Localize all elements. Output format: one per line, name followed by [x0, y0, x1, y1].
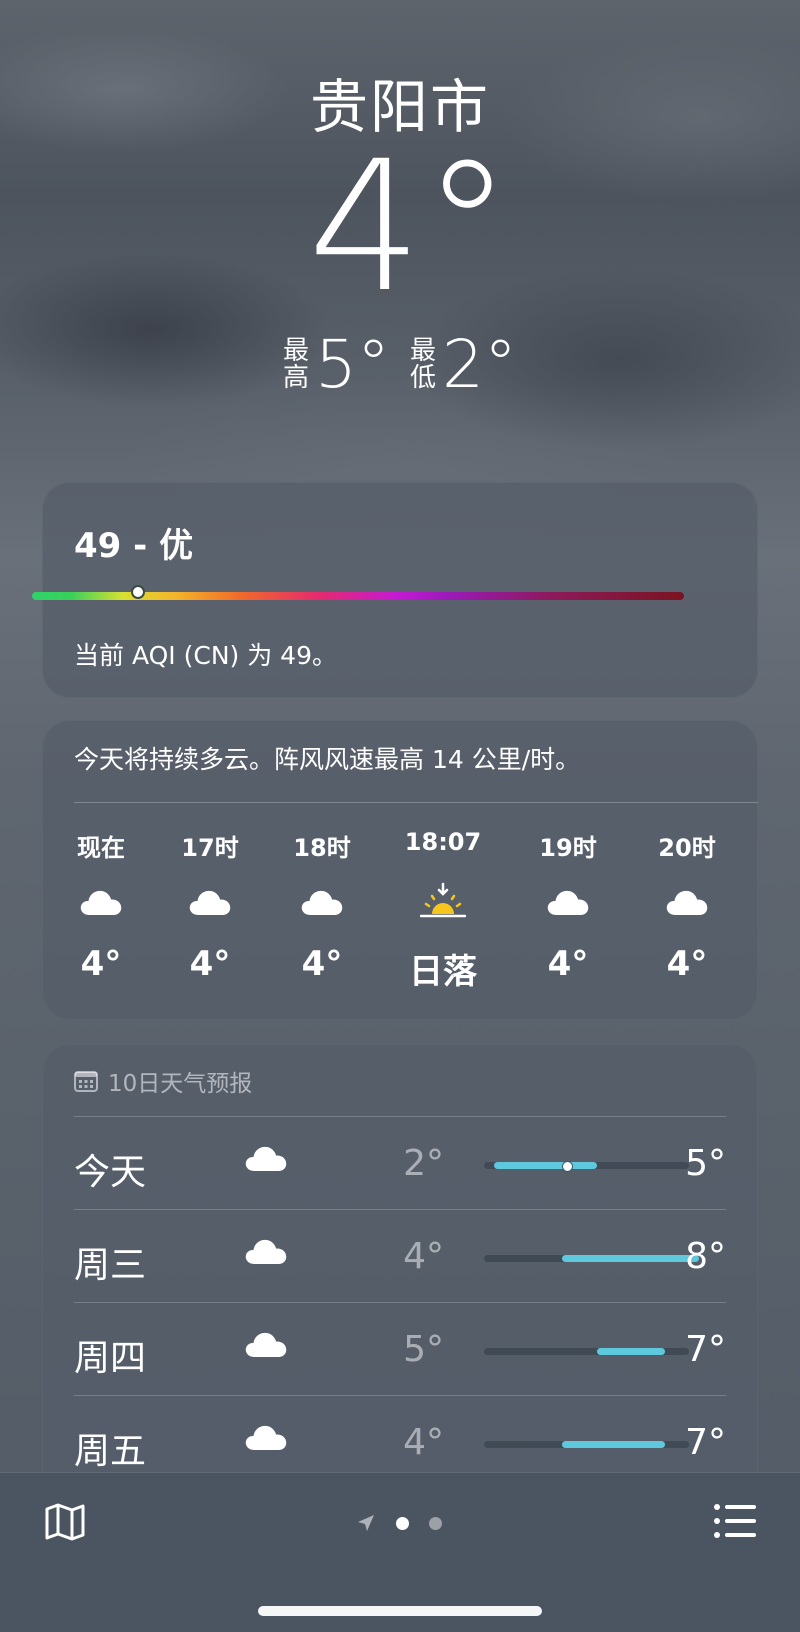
temp-range-track [484, 1441, 689, 1448]
location-arrow-icon [358, 1515, 374, 1531]
cloud-icon [547, 890, 589, 915]
temp-range-fill [596, 1348, 665, 1355]
day-low: 5° [403, 1329, 444, 1370]
hourly-summary: 今天将持续多云。阵风风速最高 14 公里/时。 [74, 745, 581, 774]
day-low: 4° [403, 1236, 444, 1277]
aqi-marker [130, 585, 145, 599]
cloud-icon [245, 1239, 287, 1265]
aqi-title: 49 - 优 [74, 526, 194, 566]
current-temperature: 4° [307, 123, 513, 332]
temp-range-fill [494, 1162, 597, 1169]
cloud-icon [666, 890, 708, 915]
hour-temp: 4° [189, 944, 231, 984]
page-indicator[interactable] [356, 1513, 442, 1533]
divider [74, 802, 758, 803]
daily-row[interactable]: 周三 4° 8° [74, 1209, 726, 1303]
hour-time: 20时 [658, 834, 716, 862]
low-temperature: 最 低 2° [410, 330, 517, 400]
low-label-2: 低 [410, 363, 437, 393]
hour-temp: 4° [547, 944, 589, 984]
day-high: 8° [685, 1236, 726, 1277]
aqi-gradient-bar [32, 592, 684, 600]
hour-time: 19时 [539, 834, 597, 862]
daily-row[interactable]: 周四 5° 7° [74, 1302, 726, 1396]
temp-range-fill [562, 1255, 699, 1262]
temp-range-fill [562, 1441, 665, 1448]
cloud-icon [301, 890, 343, 915]
cloud-icon [245, 1332, 287, 1358]
high-label-2: 高 [282, 363, 309, 393]
cloud-icon [189, 890, 231, 915]
day-high: 5° [685, 1143, 726, 1184]
temp-range-track [484, 1348, 689, 1355]
page-dot-current[interactable] [396, 1516, 409, 1530]
sunset-icon [420, 882, 466, 918]
cloud-icon [80, 890, 122, 915]
list-icon[interactable] [714, 1503, 756, 1539]
hourly-item: 18时 4° [277, 828, 367, 984]
calendar-icon [74, 1071, 98, 1092]
high-temperature: 最 高 5° [283, 330, 390, 400]
low-label-1: 最 [410, 336, 437, 366]
aqi-description: 当前 AQI (CN) 为 49。 [74, 641, 337, 670]
day-low: 2° [403, 1143, 444, 1184]
hour-time: 18时 [293, 834, 351, 862]
low-value: 2° [442, 326, 518, 403]
hour-temp: 4° [666, 944, 708, 984]
hourly-item: 19时 4° [523, 828, 613, 984]
day-high: 7° [685, 1329, 726, 1370]
daily-header-label: 10日天气预报 [108, 1071, 253, 1097]
high-value: 5° [315, 326, 390, 403]
hour-time: 18:07 [404, 828, 482, 856]
daily-row[interactable]: 今天 2° 5° [74, 1116, 726, 1210]
temp-range-track [484, 1161, 689, 1172]
day-name: 周五 [74, 1431, 147, 1472]
map-icon[interactable] [44, 1501, 86, 1543]
day-name: 周四 [74, 1338, 147, 1379]
hourly-item: 20时 4° [642, 828, 732, 984]
page-dot[interactable] [429, 1516, 442, 1530]
hourly-forecast-card[interactable]: 今天将持续多云。阵风风速最高 14 公里/时。 现在 4° 17时 4° 18时 4° 18… [42, 720, 758, 1020]
hourly-item: 现在 4° [56, 828, 146, 984]
hour-temp: 4° [80, 944, 122, 984]
home-indicator[interactable] [258, 1606, 542, 1616]
ten-day-forecast-card[interactable]: 10日天气预报 今天 2° 5° 周三 4° 8° 周四 5° 7° 周五 4° 7° [42, 1044, 758, 1504]
hourly-item: 18:07 日落 [398, 828, 488, 993]
day-name: 周三 [74, 1245, 147, 1286]
day-low: 4° [403, 1422, 444, 1463]
temp-range-track [484, 1255, 699, 1262]
day-high: 7° [685, 1422, 726, 1463]
cloud-icon [245, 1146, 287, 1172]
cloud-icon [245, 1425, 287, 1451]
hour-time: 现在 [77, 834, 125, 862]
hour-temp: 4° [301, 944, 343, 984]
current-temp-marker [562, 1161, 574, 1172]
hour-time: 17时 [181, 834, 239, 862]
hour-temp: 日落 [409, 952, 477, 992]
high-low-temperatures: 最 高 5° 最 低 2° [0, 330, 800, 400]
high-label-1: 最 [282, 336, 309, 366]
day-name: 今天 [74, 1152, 147, 1193]
hourly-item: 17时 4° [165, 828, 255, 984]
